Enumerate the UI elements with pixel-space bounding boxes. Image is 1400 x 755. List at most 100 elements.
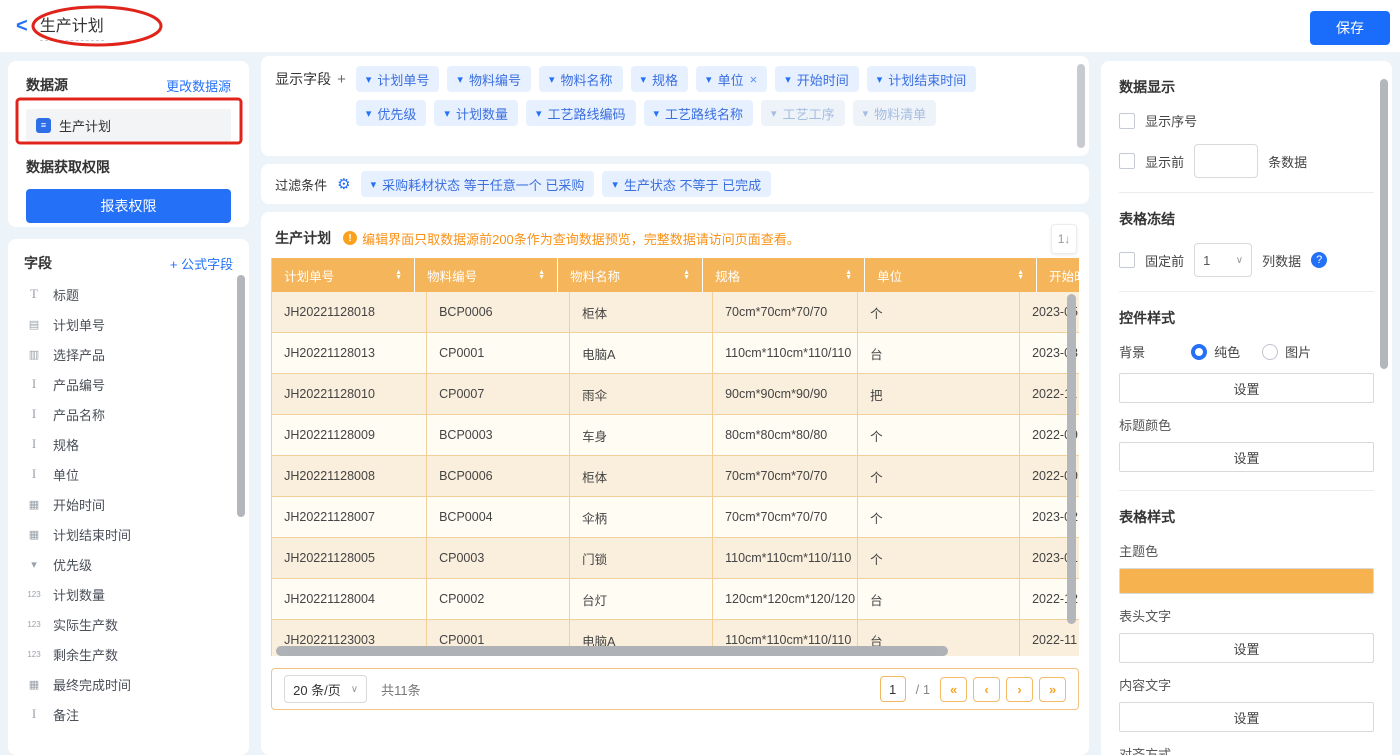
theme-color-swatch[interactable]: [1119, 568, 1374, 594]
display-field-tag[interactable]: 工艺路线编码: [526, 100, 636, 126]
display-field-tag[interactable]: 物料清单: [853, 100, 937, 126]
cell-plan-no: JH20221128018: [272, 292, 427, 332]
datasource-item[interactable]: 生产计划: [26, 109, 231, 141]
show-index-checkbox[interactable]: [1119, 113, 1135, 129]
show-first-checkbox[interactable]: [1119, 153, 1135, 169]
settings-panel: 数据显示 显示序号 显示前 条数据 表格冻结 固定前 1 列数据 控件: [1101, 61, 1392, 755]
field-item-label: 备注: [53, 705, 79, 724]
filter-tag[interactable]: 生产状态 不等于 已完成: [602, 171, 771, 197]
page-size-select[interactable]: 20 条/页: [284, 675, 367, 703]
table-header-cell[interactable]: 物料编号▲▼: [415, 258, 558, 292]
add-field-icon[interactable]: +: [337, 71, 346, 88]
sort-arrows-icon[interactable]: ▲▼: [1017, 270, 1024, 280]
title-color-set-button[interactable]: 设置: [1119, 442, 1374, 472]
display-field-tag[interactable]: 开始时间: [775, 66, 859, 92]
display-fields-scrollbar[interactable]: [1077, 64, 1085, 148]
settings-scrollbar[interactable]: [1380, 79, 1388, 369]
display-field-tag[interactable]: 优先级: [356, 100, 427, 126]
title-icon: T: [24, 286, 44, 302]
field-item[interactable]: I 产品名称: [24, 399, 233, 429]
save-button[interactable]: 保存: [1310, 11, 1390, 45]
display-field-tag[interactable]: 单位×: [696, 66, 767, 92]
report-permission-button[interactable]: 报表权限: [26, 189, 231, 223]
table-row[interactable]: JH20221128018 BCP0006 柜体 70cm*70cm*70/70…: [272, 292, 1079, 333]
solid-color-radio[interactable]: [1191, 344, 1207, 360]
tag-label: 计划单号: [377, 70, 429, 89]
table-row[interactable]: JH20221128008 BCP0006 柜体 70cm*70cm*70/70…: [272, 456, 1079, 497]
page-title[interactable]: 生产计划: [40, 12, 104, 41]
table-header-cell[interactable]: 计划单号▲▼: [272, 258, 415, 292]
table-row[interactable]: JH20221128010 CP0007 雨伞 90cm*90cm*90/90 …: [272, 374, 1079, 415]
show-first-input[interactable]: [1194, 144, 1258, 178]
table-header-cell[interactable]: 物料名称▲▼: [558, 258, 703, 292]
display-field-tag[interactable]: 计划单号: [356, 66, 440, 92]
freeze-checkbox[interactable]: [1119, 252, 1135, 268]
table-horizontal-scrollbar[interactable]: [276, 646, 948, 656]
background-set-button[interactable]: 设置: [1119, 373, 1374, 403]
tag-label: 物料编号: [469, 70, 521, 89]
sort-arrows-icon[interactable]: ▲▼: [683, 270, 690, 280]
field-item[interactable]: 123 剩余生产数: [24, 639, 233, 669]
display-field-tag[interactable]: 工艺路线名称: [644, 100, 754, 126]
prev-page-button[interactable]: [973, 677, 1000, 702]
field-item[interactable]: ▤ 计划单号: [24, 309, 233, 339]
change-datasource-link[interactable]: 更改数据源: [166, 76, 231, 95]
sort-order-tool[interactable]: 1↓: [1051, 224, 1077, 254]
fields-scrollbar[interactable]: [237, 275, 245, 517]
display-field-tag[interactable]: 工艺工序: [761, 100, 845, 126]
table-row[interactable]: JH20221128004 CP0002 台灯 120cm*120cm*120/…: [272, 579, 1079, 620]
align-label: 对齐方式: [1119, 744, 1374, 755]
number-icon: 123: [24, 590, 44, 599]
text-icon: I: [24, 376, 44, 392]
table-row[interactable]: JH20221128013 CP0001 电脑A 110cm*110cm*110…: [272, 333, 1079, 374]
table-row[interactable]: JH20221128005 CP0003 门锁 110cm*110cm*110/…: [272, 538, 1079, 579]
cell-material-no: CP0007: [427, 374, 570, 414]
table-row[interactable]: JH20221128007 BCP0004 伞柄 70cm*70cm*70/70…: [272, 497, 1079, 538]
field-item[interactable]: I 规格: [24, 429, 233, 459]
field-item[interactable]: ▦ 最终完成时间: [24, 669, 233, 699]
table-vertical-scrollbar[interactable]: [1067, 294, 1076, 624]
table-header-cell[interactable]: 规格▲▼: [703, 258, 865, 292]
display-field-tag[interactable]: 规格: [631, 66, 689, 92]
serial-icon: ▤: [24, 318, 44, 331]
close-icon[interactable]: ×: [750, 72, 758, 87]
display-field-tag[interactable]: 计划数量: [434, 100, 518, 126]
field-item[interactable]: I 备注: [24, 699, 233, 729]
last-page-button[interactable]: [1039, 677, 1066, 702]
fields-title: 字段: [24, 253, 52, 273]
field-item[interactable]: 123 计划数量: [24, 579, 233, 609]
filter-tag[interactable]: 采购耗材状态 等于任意一个 已采购: [361, 171, 595, 197]
field-item[interactable]: ▾ 优先级: [24, 549, 233, 579]
field-item[interactable]: ▦ 计划结束时间: [24, 519, 233, 549]
formula-field-link[interactable]: + 公式字段: [170, 254, 233, 273]
table-row[interactable]: JH20221128009 BCP0003 车身 80cm*80cm*80/80…: [272, 415, 1079, 456]
header-text-set-button[interactable]: 设置: [1119, 633, 1374, 663]
sort-arrows-icon[interactable]: ▲▼: [845, 270, 852, 280]
gear-icon[interactable]: [337, 175, 350, 193]
field-item[interactable]: I 产品编号: [24, 369, 233, 399]
field-item-label: 优先级: [53, 555, 92, 574]
table-header-cell[interactable]: 单位▲▼: [865, 258, 1037, 292]
page-input[interactable]: 1: [880, 676, 906, 702]
image-radio[interactable]: [1262, 344, 1278, 360]
display-field-tag[interactable]: 计划结束时间: [867, 66, 977, 92]
display-field-tag[interactable]: 物料编号: [447, 66, 531, 92]
content-text-set-button[interactable]: 设置: [1119, 702, 1374, 732]
first-page-button[interactable]: [940, 677, 967, 702]
sort-arrows-icon[interactable]: ▲▼: [395, 270, 402, 280]
field-item[interactable]: ▦ 开始时间: [24, 489, 233, 519]
field-item[interactable]: T 标题: [24, 279, 233, 309]
back-icon[interactable]: <: [16, 16, 28, 36]
show-index-label: 显示序号: [1145, 111, 1197, 130]
sort-arrows-icon[interactable]: ▲▼: [538, 270, 545, 280]
next-page-button[interactable]: [1006, 677, 1033, 702]
cell-unit: 台: [858, 333, 1020, 373]
field-item[interactable]: ▥ 选择产品: [24, 339, 233, 369]
field-item[interactable]: 123 实际生产数: [24, 609, 233, 639]
cell-unit: 个: [858, 456, 1020, 496]
help-icon[interactable]: [1311, 252, 1327, 268]
field-item[interactable]: I 单位: [24, 459, 233, 489]
display-field-tag[interactable]: 物料名称: [539, 66, 623, 92]
freeze-col-select[interactable]: 1: [1194, 243, 1252, 277]
table-header-cell[interactable]: 开始时间▲▼: [1037, 258, 1079, 292]
